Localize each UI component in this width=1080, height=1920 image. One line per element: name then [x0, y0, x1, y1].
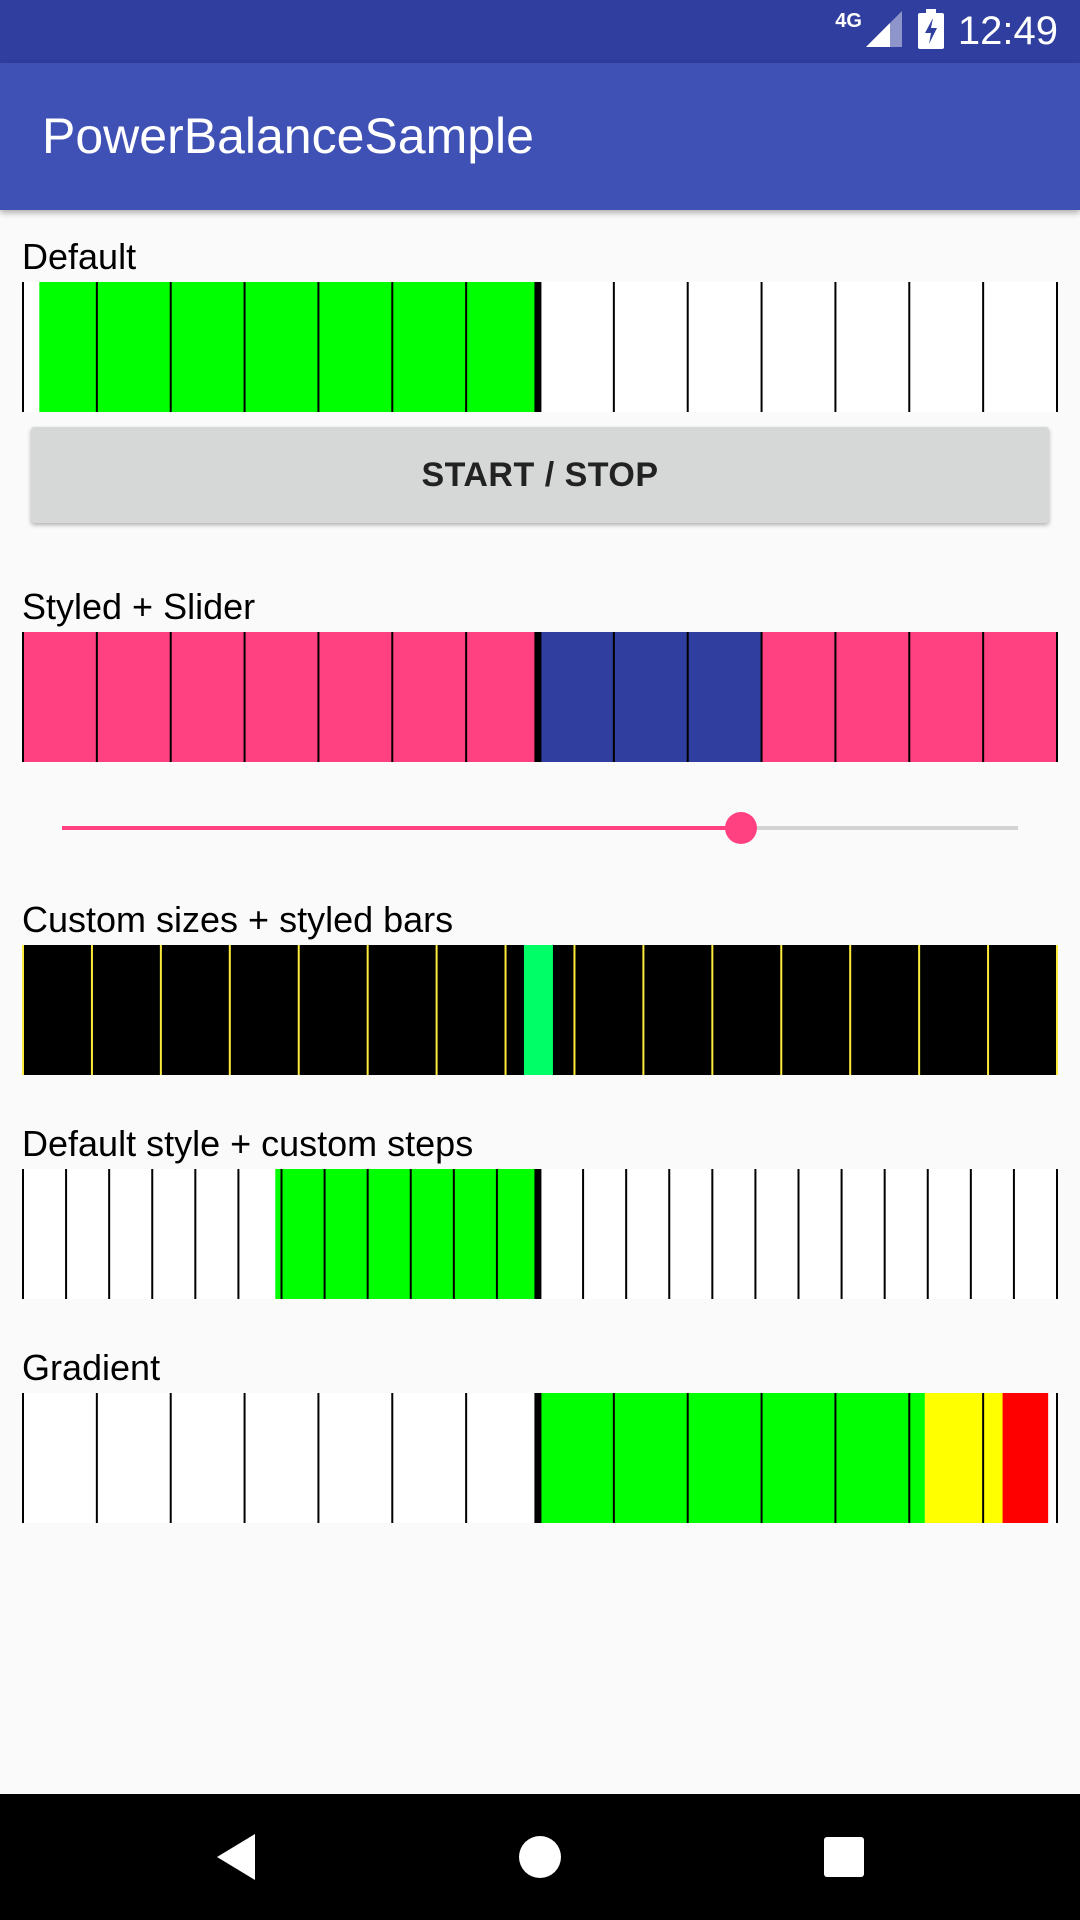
clock: 12:49: [957, 9, 1058, 53]
default-meter-label: Default: [22, 236, 137, 277]
home-icon[interactable]: [505, 1822, 575, 1892]
value-slider[interactable]: [62, 808, 1018, 848]
meter-fill-segment: [1002, 1393, 1049, 1523]
center-marker: [534, 282, 542, 412]
center-marker: [534, 1393, 542, 1523]
meter-fill: [275, 1169, 538, 1299]
default-power-meter: [22, 282, 1058, 412]
meter-fill-segment: [924, 1393, 1003, 1523]
center-marker: [534, 632, 542, 762]
gradient-meter-label: Gradient: [22, 1347, 161, 1388]
status-bar: 4G 12:49: [0, 0, 1080, 63]
styled-power-meter: [22, 632, 1058, 762]
meter-fill: [39, 282, 538, 412]
meter-fill-segment: [537, 1393, 925, 1523]
battery-charging-icon: [917, 9, 944, 54]
meter-canvas: [22, 1393, 1058, 1523]
custom-power-meter: [22, 945, 1058, 1075]
signal-icon: [864, 9, 904, 54]
app-bar: PowerBalanceSample: [0, 63, 1080, 210]
navigation-bar: [0, 1794, 1080, 1920]
meter-canvas: [22, 945, 1058, 1075]
app-title: PowerBalanceSample: [42, 108, 534, 164]
custom-steps-meter-label: Default style + custom steps: [22, 1123, 474, 1164]
custom-steps-power-meter: [22, 1169, 1058, 1299]
slider-thumb[interactable]: [724, 812, 757, 844]
start-stop-button[interactable]: START / STOP: [31, 427, 1049, 523]
slider-fill: [62, 826, 741, 830]
styled-meter-label: Styled + Slider: [22, 586, 256, 627]
meter-canvas: [22, 632, 1058, 762]
recents-icon[interactable]: [809, 1822, 879, 1892]
meter-fill: [537, 632, 762, 762]
status-icons: 4G 12:49: [835, 0, 1058, 63]
custom-meter-label: Custom sizes + styled bars: [22, 899, 454, 940]
network-type-label: 4G: [835, 10, 862, 32]
center-marker: [534, 1169, 542, 1299]
meter-fill: [523, 945, 553, 1075]
meter-canvas: [22, 1169, 1058, 1299]
gradient-power-meter: [22, 1393, 1058, 1523]
back-icon[interactable]: [201, 1822, 271, 1892]
meter-canvas: [22, 282, 1058, 412]
